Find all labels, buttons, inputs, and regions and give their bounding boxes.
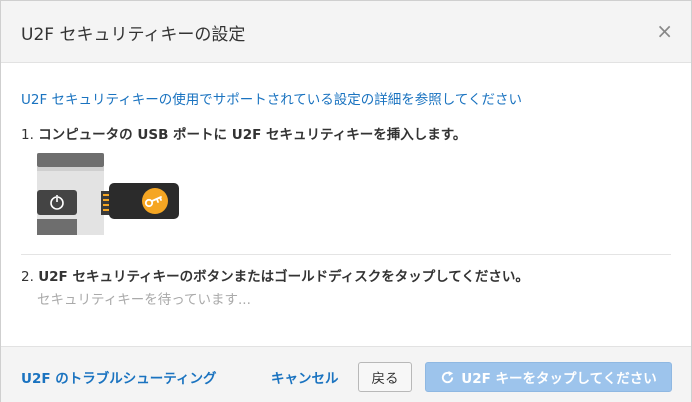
tap-key-button-label: U2F キーをタップしてください <box>461 371 657 387</box>
step-2-text: U2F セキュリティキーのボタンまたはゴールドディスクをタップしてください。 <box>38 269 529 285</box>
step-1-text: コンピュータの USB ポートに U2F セキュリティキーを挿入します。 <box>38 127 467 143</box>
divider <box>21 254 671 255</box>
dialog-header: U2F セキュリティキーの設定 × <box>1 1 691 63</box>
troubleshooting-link[interactable]: U2F のトラブルシューティング <box>21 367 216 387</box>
step-1: 1. コンピュータの USB ポートに U2F セキュリティキーを挿入します。 <box>21 123 466 143</box>
help-link[interactable]: U2F セキュリティキーの使用でサポートされている設定の詳細を参照してください <box>21 88 522 108</box>
back-button[interactable]: 戻る <box>358 362 412 392</box>
usb-key-illustration <box>37 153 179 235</box>
refresh-icon <box>442 370 454 383</box>
waiting-status: セキュリティキーを待っています... <box>37 292 251 308</box>
dialog-footer: U2F のトラブルシューティング キャンセル 戻る U2F キーをタップしてくだ… <box>1 346 691 402</box>
close-icon[interactable]: × <box>656 19 673 43</box>
step-2-number: 2. <box>21 269 34 285</box>
tap-key-button[interactable]: U2F キーをタップしてください <box>425 362 672 392</box>
step-2: 2. U2F セキュリティキーのボタンまたはゴールドディスクをタップしてください… <box>21 265 529 285</box>
dialog-title: U2F セキュリティキーの設定 <box>21 25 246 45</box>
power-icon <box>37 190 77 215</box>
step-1-number: 1. <box>21 127 34 143</box>
cancel-button[interactable]: キャンセル <box>271 367 339 387</box>
u2f-setup-dialog: U2F セキュリティキーの設定 × U2F セキュリティキーの使用でサポートされ… <box>0 0 692 402</box>
